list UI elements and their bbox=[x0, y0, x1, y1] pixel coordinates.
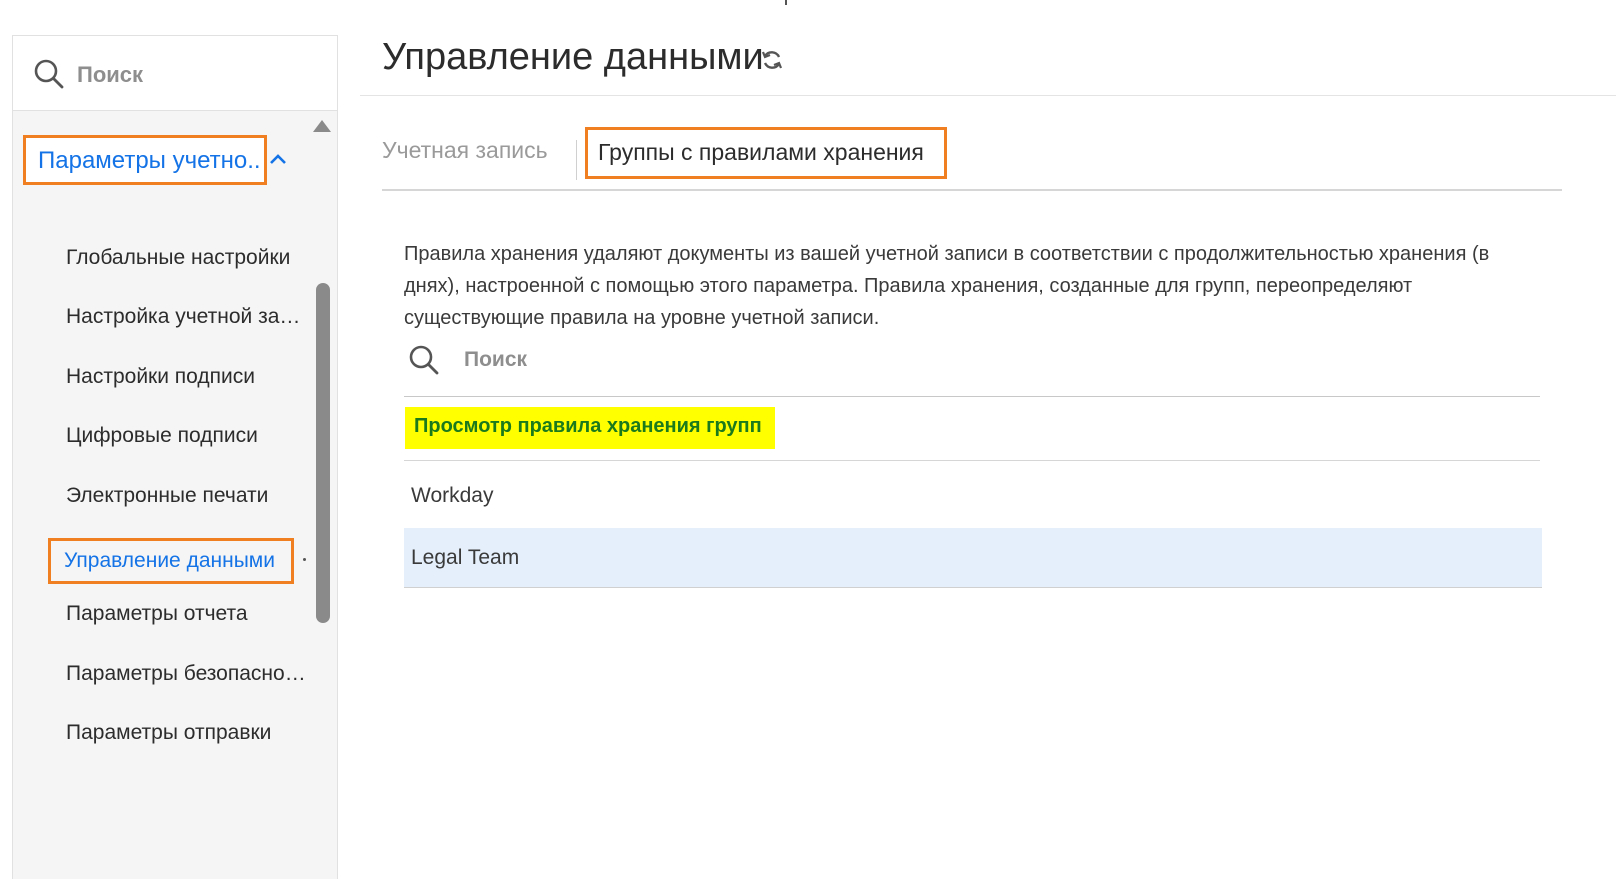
sidebar-menu: Параметры учетно... Глобальные настройки… bbox=[13, 110, 309, 880]
table-row[interactable]: Workday bbox=[404, 466, 1542, 526]
table-row[interactable]: Legal Team bbox=[404, 528, 1542, 588]
search-icon[interactable] bbox=[408, 344, 440, 381]
sidebar-item-data-management[interactable]: Управление данными bbox=[48, 538, 294, 584]
sidebar-item-global-settings[interactable]: Глобальные настройки bbox=[66, 246, 306, 270]
tab-retention-groups[interactable]: Группы с правилами хранения bbox=[585, 127, 947, 179]
scroll-up-arrow-icon[interactable] bbox=[313, 120, 331, 132]
tab-account[interactable]: Учетная запись bbox=[382, 137, 548, 164]
sidebar-item-send-settings[interactable]: Параметры отправки bbox=[66, 721, 306, 745]
tabs-divider bbox=[382, 189, 1562, 191]
sidebar-item-account-setup[interactable]: Настройка учетной зап... bbox=[66, 305, 306, 329]
group-name: Legal Team bbox=[411, 546, 520, 569]
page-title: Управление данными bbox=[382, 36, 764, 78]
search-icon bbox=[33, 58, 65, 95]
sidebar-item-security-settings[interactable]: Параметры безопаснос... bbox=[66, 662, 306, 686]
sidebar-scrollbar-thumb[interactable] bbox=[316, 283, 330, 623]
list-heading-label: Просмотр правила хранения групп bbox=[414, 415, 762, 437]
sidebar-search-placeholder: Поиск bbox=[77, 62, 144, 87]
active-item-dot bbox=[303, 558, 306, 561]
retention-description: Правила хранения удаляют документы из ва… bbox=[404, 243, 1490, 329]
title-divider bbox=[360, 95, 1616, 96]
tab-retention-groups-label: Группы с правилами хранения bbox=[598, 139, 924, 165]
group-name: Workday bbox=[411, 484, 494, 507]
refresh-icon[interactable] bbox=[760, 48, 784, 77]
group-search-input[interactable]: Поиск bbox=[464, 348, 527, 372]
sidebar-item-electronic-seals[interactable]: Электронные печати bbox=[66, 484, 306, 508]
list-heading: Просмотр правила хранения групп bbox=[405, 407, 775, 449]
sidebar-group-account-settings[interactable]: Параметры учетно... bbox=[23, 135, 267, 185]
sidebar-item-report-settings[interactable]: Параметры отчета bbox=[66, 602, 306, 626]
sidebar-item-signature-settings[interactable]: Настройки подписи bbox=[66, 365, 306, 389]
list-divider bbox=[404, 460, 1540, 461]
tab-separator bbox=[576, 140, 577, 180]
sidebar-group-label: Параметры учетно... bbox=[38, 147, 260, 174]
main-content: Управление данными Учетная запись Группы… bbox=[360, 0, 1616, 879]
sidebar-item-digital-signatures[interactable]: Цифровые подписи bbox=[66, 424, 306, 448]
settings-sidebar: Поиск Параметры учетно... Глобальные нас… bbox=[12, 35, 338, 879]
chevron-up-icon[interactable] bbox=[269, 152, 287, 170]
search-divider bbox=[404, 396, 1540, 397]
sidebar-search[interactable]: Поиск bbox=[13, 36, 337, 111]
